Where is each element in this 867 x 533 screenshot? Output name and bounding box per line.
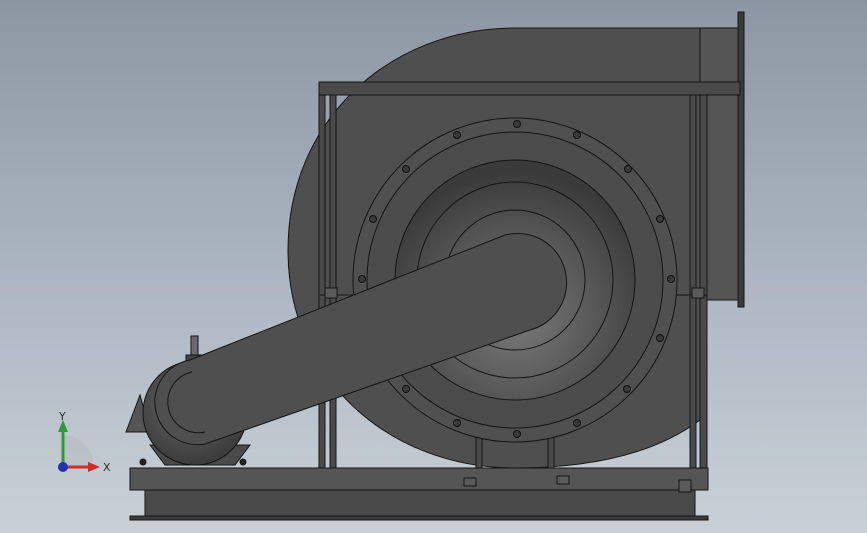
base-rail <box>129 467 709 521</box>
cad-viewport[interactable]: Y X <box>0 0 867 533</box>
coordinate-triad: Y X <box>58 410 111 474</box>
x-axis-arrow-icon <box>88 462 100 472</box>
x-axis-label: X <box>103 461 111 474</box>
z-axis-icon <box>58 462 68 472</box>
fan-assembly-model[interactable] <box>0 0 867 533</box>
y-axis-label: Y <box>58 410 66 423</box>
